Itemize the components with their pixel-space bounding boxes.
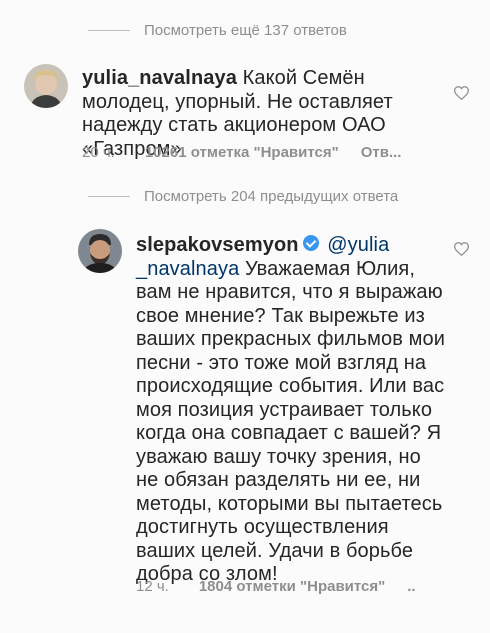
comment-line: происходящие события. Или вас xyxy=(136,375,445,397)
comment-likes-button[interactable]: 10261 отметка "Нравится" xyxy=(145,144,339,161)
comment-line: slepakovsemyon @yulia xyxy=(136,234,452,258)
heart-outline-icon[interactable] xyxy=(454,242,469,256)
view-more-replies-button[interactable]: Посмотреть ещё 137 ответов xyxy=(88,22,347,39)
comment-line: вам не нравится, что я выражаю xyxy=(136,281,443,303)
avatar-yulia[interactable] xyxy=(24,64,68,108)
comment-line: ваших прекрасных фильмов мои xyxy=(136,328,445,350)
comment-username[interactable]: slepakovsemyon xyxy=(136,234,299,256)
comment-meta-slepakovsemyon: 12 ч. 1804 отметки "Нравится" .. xyxy=(136,578,416,595)
comment-line: моя позиция устраивает только xyxy=(136,398,433,421)
verified-badge-icon xyxy=(302,235,319,251)
comment-username[interactable]: yulia_navalnaya xyxy=(82,67,237,89)
comment-line: уважаю вашу точку зрения, но xyxy=(136,445,421,468)
view-more-replies-label: Посмотреть ещё 137 ответов xyxy=(144,22,347,39)
comment-likes-button[interactable]: 1804 отметки "Нравится" xyxy=(199,578,385,595)
comment-line: _navalnaya Уважаемая Юлия, xyxy=(136,258,452,282)
reply-button[interactable]: Отв... xyxy=(361,144,402,161)
comment-line: не обязан разделять ни ее, ни xyxy=(136,469,421,491)
comment-time: 12 ч. xyxy=(136,578,169,595)
comment-time: 20 ч. xyxy=(82,144,115,161)
comment-line: когда она совпадает с вашей? Я xyxy=(136,422,442,444)
more-options-button[interactable]: .. xyxy=(407,578,415,595)
divider-line xyxy=(88,196,130,197)
avatar-image xyxy=(24,64,68,108)
comment-body: Уважаемая Юлия, xyxy=(244,257,416,280)
comment-line: достигнуть осуществления xyxy=(136,516,389,538)
comment-line: методы, которыми вы пытаетесь xyxy=(136,492,443,515)
comment-slepakovsemyon: slepakovsemyon @yulia _navalnaya Уважаем… xyxy=(136,234,452,587)
mention-link[interactable]: @yulia xyxy=(327,234,389,256)
comment-line: песни - это тоже мой взгляд на xyxy=(136,351,427,374)
view-previous-replies-button[interactable]: Посмотреть 204 предыдущих ответа xyxy=(88,188,398,205)
avatar-image xyxy=(78,229,122,273)
view-previous-replies-label: Посмотреть 204 предыдущих ответа xyxy=(144,188,399,205)
comment-line: свое мнение? Так вырежьте из xyxy=(136,304,425,327)
divider-line xyxy=(88,30,130,31)
avatar-slepakovsemyon[interactable] xyxy=(78,229,122,273)
comment-line: ваших целей. Удачи в борьбе xyxy=(136,539,414,562)
mention-link[interactable]: _navalnaya xyxy=(136,258,239,280)
heart-outline-icon[interactable] xyxy=(454,86,469,100)
comment-meta-yulia: 20 ч. 10261 отметка "Нравится" Отв... xyxy=(82,144,401,161)
